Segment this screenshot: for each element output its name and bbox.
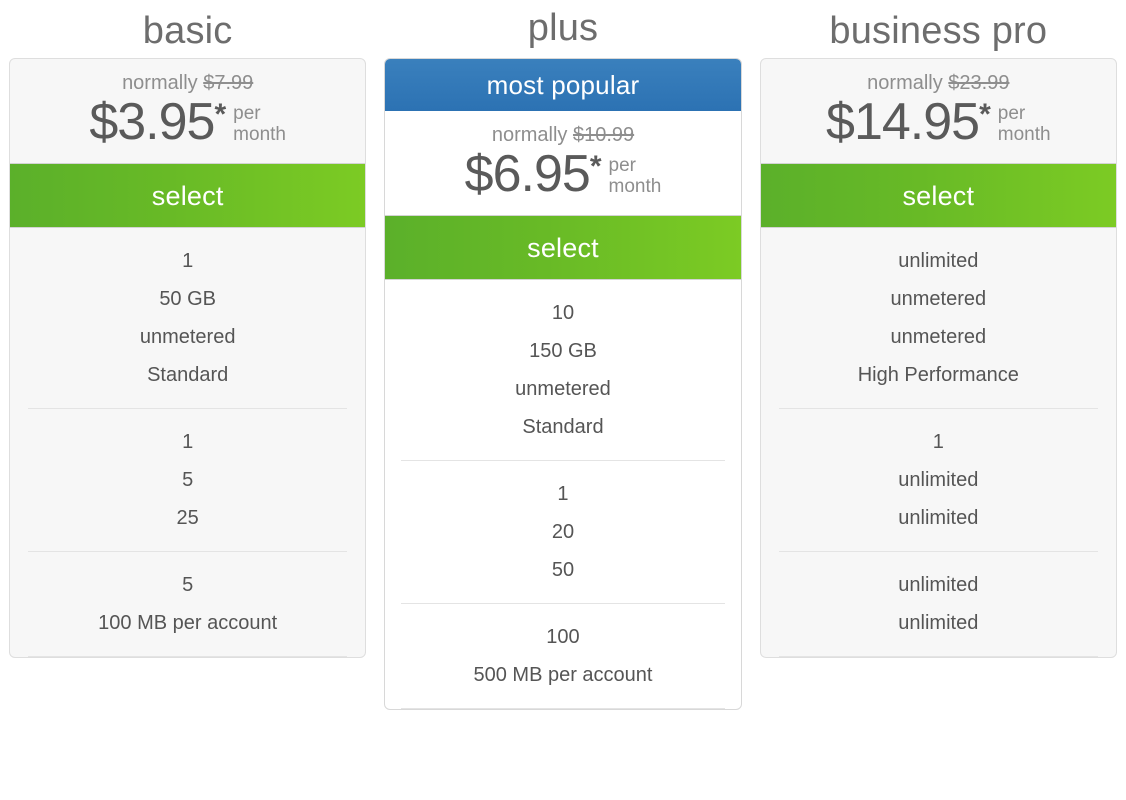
feature-list: unlimited unmetered unmetered High Performa… [761, 228, 1116, 658]
normally-price: normally $10.99 [385, 125, 740, 145]
feature-value: 5 [182, 574, 194, 597]
normally-label: normally [491, 124, 568, 146]
pricing-table: basic normally $7.99 $3.95 * per month select 1… [0, 0, 1126, 800]
price-asterisk: * [214, 98, 227, 131]
feature-value: 20 [551, 521, 575, 544]
feature-value: 1 [557, 483, 569, 506]
feature-value: 1 [932, 431, 944, 454]
feature-group: 10 150 GB unmetered Standard [401, 280, 725, 462]
plan-column: plus most popular normally $10.99 $6.95 * per… [375, 0, 750, 711]
plan-columns: basic normally $7.99 $3.95 * per month select 1… [0, 0, 1126, 711]
feature-value: 100 [546, 626, 580, 649]
plan-column: basic normally $7.99 $3.95 * per month select 1… [0, 0, 375, 659]
feature-value: 100 MB per account [98, 612, 278, 635]
price-block: normally $7.99 $3.95 * per month [10, 59, 365, 163]
plan-card: normally $7.99 $3.95 * per month select 1 50 GB… [9, 58, 367, 659]
plan-column: business pro normally $23.99 $14.95 * per mon… [751, 0, 1126, 659]
month-label: month [233, 124, 286, 146]
feature-group: unlimited unlimited [778, 552, 1098, 658]
feature-value: 10 [551, 302, 575, 325]
feature-group: 1 unlimited unlimited [778, 409, 1098, 553]
feature-value: 50 GB [159, 288, 217, 311]
per-label: per [608, 155, 636, 176]
price-block: normally $23.99 $14.95 * per month [761, 59, 1116, 163]
select-button[interactable]: select [10, 163, 366, 229]
plan-name: basic [142, 10, 233, 53]
feature-group: unlimited unmetered unmetered High Performa… [778, 228, 1098, 410]
feature-group: 5 100 MB per account [28, 552, 348, 658]
plan-name: plus [527, 7, 599, 50]
current-price-line: $3.95 * per month [10, 93, 365, 151]
feature-value: 150 GB [529, 340, 597, 363]
feature-value: unmetered [139, 326, 236, 349]
most-popular-badge: most popular [385, 59, 741, 111]
feature-value: 5 [182, 469, 194, 492]
feature-value: 1 [182, 250, 194, 273]
normally-label: normally [122, 72, 198, 94]
old-price: $7.99 [203, 72, 254, 94]
per-label: per [233, 103, 261, 124]
current-price: $14.95 [826, 93, 980, 151]
feature-value: unmetered [515, 378, 611, 401]
plan-name: business pro [829, 10, 1048, 53]
current-price: $6.95 [464, 145, 591, 203]
feature-value: 50 [551, 559, 575, 582]
month-label: month [997, 124, 1051, 146]
price-asterisk: * [979, 98, 991, 131]
select-button[interactable]: select [760, 163, 1116, 229]
feature-value: 25 [176, 507, 199, 530]
plan-card: most popular normally $10.99 $6.95 * per mont… [384, 58, 742, 711]
per-month-label: per month [233, 103, 286, 146]
feature-group: 1 5 25 [28, 409, 348, 553]
feature-value: 500 MB per account [473, 664, 653, 687]
feature-group: 1 20 50 [401, 461, 725, 605]
month-label: month [608, 176, 662, 198]
select-button[interactable]: select [385, 215, 741, 281]
current-price-line: $6.95 * per month [385, 145, 740, 203]
feature-value: unmetered [890, 288, 987, 311]
old-price: $10.99 [572, 124, 635, 146]
per-month-label: per month [998, 103, 1051, 146]
feature-value: High Performance [857, 364, 1019, 387]
current-price: $3.95 [89, 93, 215, 151]
feature-value: unlimited [898, 507, 979, 530]
per-month-label: per month [609, 155, 662, 198]
plan-card: normally $23.99 $14.95 * per month select unli… [759, 58, 1117, 659]
feature-value: unlimited [898, 612, 979, 635]
feature-value: 1 [182, 431, 194, 454]
feature-list: 1 50 GB unmetered Standard 1 5 25 5 100 MB per a… [10, 228, 365, 658]
current-price-line: $14.95 * per month [761, 93, 1116, 151]
feature-value: Standard [522, 416, 604, 439]
feature-value: Standard [147, 364, 229, 387]
feature-value: unlimited [898, 250, 979, 273]
price-asterisk: * [589, 150, 602, 183]
price-block: normally $10.99 $6.95 * per month [385, 111, 740, 215]
feature-group: 100 500 MB per account [401, 604, 725, 710]
per-label: per [997, 103, 1026, 124]
normally-price: normally $7.99 [10, 73, 365, 93]
normally-label: normally [867, 72, 943, 94]
feature-value: unlimited [898, 574, 979, 597]
feature-list: 10 150 GB unmetered Standard 1 20 50 100 500 MB … [385, 280, 740, 710]
feature-value: unmetered [890, 326, 987, 349]
feature-group: 1 50 GB unmetered Standard [28, 228, 348, 410]
old-price: $23.99 [948, 72, 1010, 94]
normally-price: normally $23.99 [761, 73, 1116, 93]
feature-value: unlimited [898, 469, 979, 492]
